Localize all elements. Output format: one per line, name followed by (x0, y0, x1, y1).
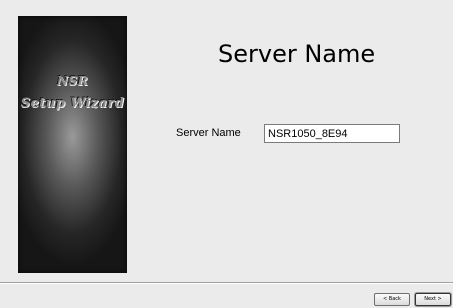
back-button[interactable]: < Back (374, 293, 410, 306)
setup-wizard-window: NSR Setup Wizard Server Name Server Name… (0, 0, 453, 308)
page-title: Server Name (218, 40, 376, 68)
server-name-label: Server Name (176, 127, 241, 139)
footer-divider (0, 282, 453, 284)
brand-subtitle: Setup Wizard (20, 96, 125, 111)
server-name-input[interactable] (264, 124, 400, 143)
wizard-side-banner: NSR Setup Wizard (18, 16, 127, 273)
brand-title: NSR (56, 74, 89, 88)
next-button[interactable]: Next > (415, 293, 451, 306)
